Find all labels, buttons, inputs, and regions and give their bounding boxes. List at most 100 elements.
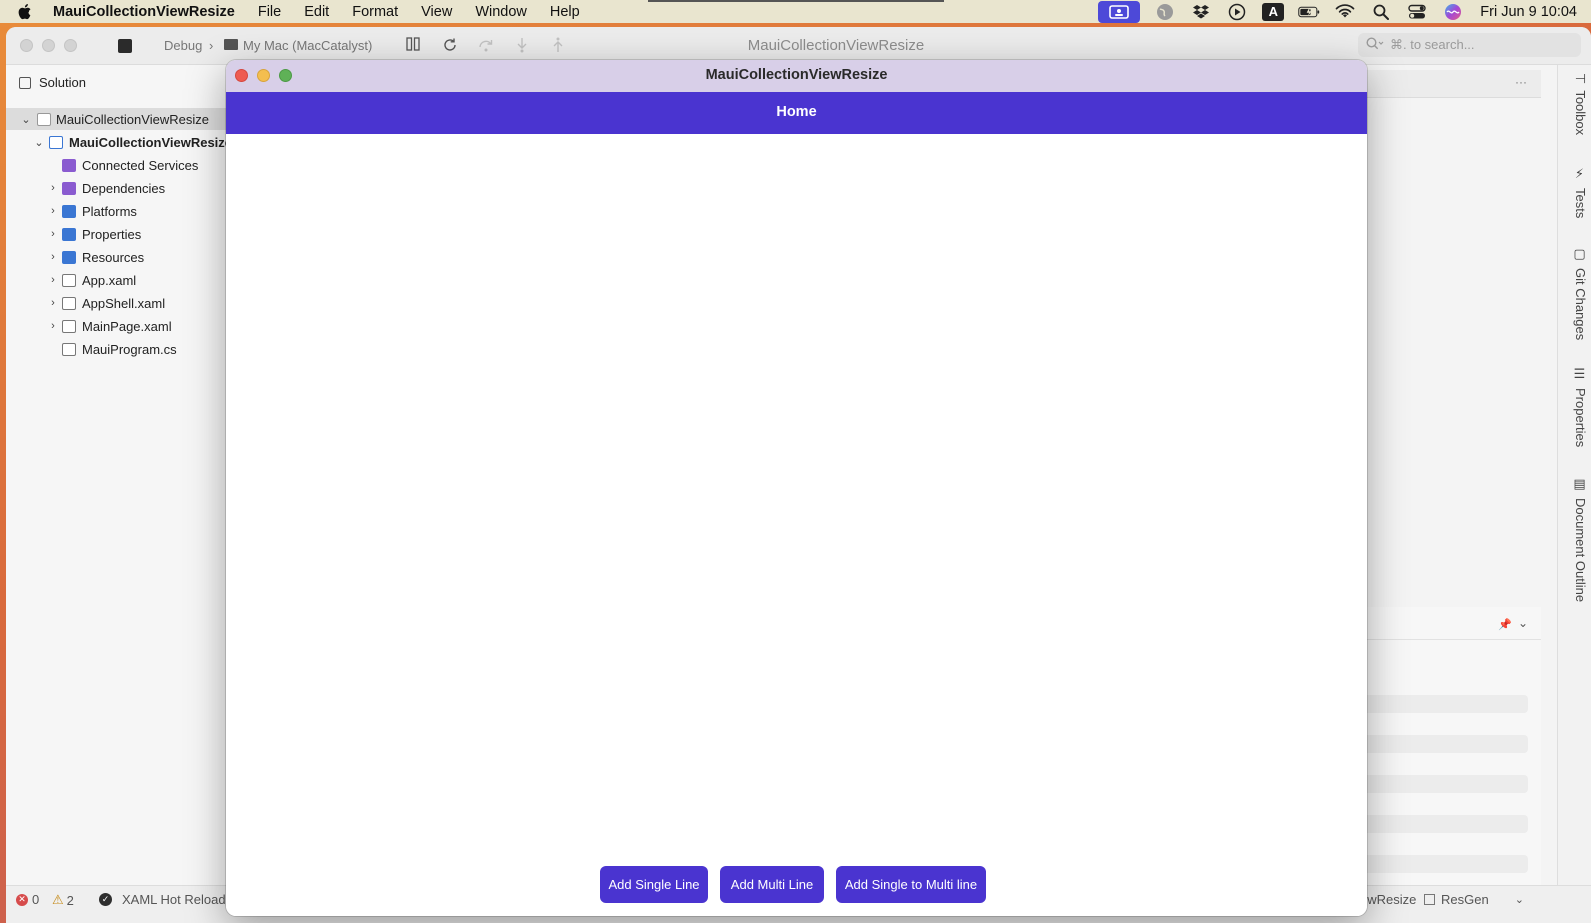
property-row[interactable] [1356, 855, 1528, 873]
tree-item-properties[interactable]: › Properties [6, 223, 236, 245]
divider [1346, 639, 1541, 640]
chevron-down-icon[interactable]: ⌄ [20, 113, 32, 126]
tree-item-label: MauiProgram.cs [82, 341, 177, 357]
app-window: MauiCollectionViewResize Home Add Single… [226, 60, 1367, 916]
menubar-app-name[interactable]: MauiCollectionViewResize [53, 4, 235, 20]
properties-panel: 📌 ⌄ [1346, 607, 1541, 887]
tree-item-mauiprogram-cs[interactable]: MauiProgram.cs [6, 338, 236, 360]
menu-file[interactable]: File [258, 4, 281, 20]
dock-tab-toolbox[interactable]: ⊤ Toolbox [1562, 73, 1588, 135]
chevron-right-icon[interactable]: › [47, 228, 59, 240]
tree-item-resources[interactable]: › Resources [6, 246, 236, 268]
toolbox-icon: ⊤ [1573, 73, 1588, 85]
dependencies-icon [62, 181, 76, 195]
tree-item-label: Properties [82, 226, 142, 242]
chevron-right-icon[interactable]: › [47, 251, 59, 263]
hot-reload-status[interactable]: ✓ XAML Hot Reload [99, 892, 226, 907]
tree-item-label: Dependencies [82, 180, 166, 196]
add-single-to-multi-line-button[interactable]: Add Single to Multi line [836, 866, 986, 903]
resgen-status[interactable]: ResGen ⌄ [1424, 892, 1524, 907]
tree-item-mainpage-xaml[interactable]: › MainPage.xaml [6, 315, 236, 337]
chevron-down-icon[interactable]: ⌄ [1518, 616, 1528, 630]
screen-share-icon[interactable] [1098, 0, 1141, 23]
search-icon [1366, 37, 1384, 53]
error-count-value: 0 [32, 892, 40, 907]
solution-pad-title: Solution [39, 75, 86, 90]
tree-item-label: Resources [82, 249, 145, 265]
connected-services-icon [62, 158, 76, 172]
ide-search-input[interactable]: ⌘. to search... [1358, 33, 1581, 57]
dock-tab-document-outline[interactable]: ▤ Document Outline [1562, 477, 1588, 602]
document-outline-icon: ▤ [1573, 477, 1588, 492]
dock-tab-properties[interactable]: ☰ Properties [1562, 367, 1588, 447]
menu-help[interactable]: Help [550, 4, 580, 20]
tree-item-app-xaml[interactable]: › App.xaml [6, 269, 236, 291]
dock-tab-tests[interactable]: ⚡ Tests [1562, 167, 1588, 218]
right-dock: ⊤ Toolbox ⚡ Tests ▢ Git Changes ☰ Properties… [1557, 65, 1591, 895]
xaml-file-icon [62, 273, 76, 287]
window-indicator [648, 0, 944, 2]
error-count[interactable]: ✕ 0 [16, 892, 39, 907]
chevron-right-icon[interactable]: › [47, 182, 59, 194]
chevron-down-icon[interactable]: ⌄ [33, 136, 45, 149]
ide-window-title: MauiCollectionViewResize [747, 37, 925, 54]
add-multi-line-button[interactable]: Add Multi Line [720, 866, 824, 903]
app-titlebar[interactable]: MauiCollectionViewResize [226, 60, 1367, 92]
play-circle-icon[interactable] [1226, 3, 1248, 21]
menu-format[interactable]: Format [352, 4, 398, 20]
folder-icon [62, 204, 76, 218]
hot-reload-label: XAML Hot Reload [122, 892, 226, 907]
tree-item-label: Connected Services [82, 157, 199, 173]
keyboard-input-a-icon[interactable]: A [1262, 2, 1285, 21]
tree-item-appshell-xaml[interactable]: › AppShell.xaml [6, 292, 236, 314]
dock-tab-label: Git Changes [1573, 268, 1588, 341]
tree-item-label: MauiCollectionViewResize [56, 111, 209, 127]
menu-view[interactable]: View [421, 4, 452, 20]
chevron-right-icon[interactable]: › [47, 205, 59, 217]
button-row: Add Single Line Add Multi Line Add Singl… [226, 866, 1367, 904]
chevron-right-icon[interactable]: › [47, 274, 59, 286]
folder-icon [62, 227, 76, 241]
more-options-icon[interactable]: ··· [1515, 75, 1527, 89]
collection-view[interactable] [226, 134, 1367, 916]
menu-window[interactable]: Window [475, 4, 527, 20]
add-single-line-button[interactable]: Add Single Line [600, 866, 708, 903]
status-project-text: ewResize [1360, 892, 1417, 907]
property-row[interactable] [1356, 735, 1528, 753]
resgen-label: ResGen [1441, 892, 1489, 907]
tree-item-label: App.xaml [82, 272, 137, 288]
menubar-clock[interactable]: Fri Jun 9 10:04 [1480, 4, 1577, 20]
chevron-right-icon[interactable]: › [47, 320, 59, 332]
pin-icon[interactable]: 📌 [1498, 618, 1512, 631]
solution-pad-header[interactable]: Solution [19, 75, 86, 90]
property-row[interactable] [1356, 775, 1528, 793]
globe-icon[interactable] [1154, 3, 1176, 21]
dock-tab-git-changes[interactable]: ▢ Git Changes [1562, 247, 1588, 340]
wifi-icon[interactable] [1334, 3, 1356, 21]
folder-icon [62, 250, 76, 264]
menu-edit[interactable]: Edit [304, 4, 329, 20]
siri-icon[interactable] [1442, 3, 1464, 21]
property-row[interactable] [1356, 695, 1528, 713]
warning-count[interactable]: ⚠ 2 [52, 892, 74, 908]
search-placeholder: ⌘. to search... [1390, 37, 1475, 52]
tree-item-solution[interactable]: ⌄ MauiCollectionViewResize [6, 108, 236, 130]
page-title: Home [776, 104, 817, 120]
dropbox-icon[interactable] [1190, 3, 1212, 21]
tree-item-project[interactable]: ⌄ MauiCollectionViewResize [6, 131, 236, 153]
tree-item-connected-services[interactable]: Connected Services [6, 154, 236, 176]
control-center-icon[interactable] [1406, 3, 1428, 21]
dock-tab-label: Document Outline [1573, 498, 1588, 603]
macos-menu-bar: MauiCollectionViewResize File Edit Forma… [0, 0, 1591, 23]
apple-logo-icon[interactable] [16, 3, 32, 20]
chevron-down-icon[interactable]: ⌄ [1515, 893, 1524, 906]
git-changes-icon: ▢ [1573, 247, 1588, 262]
warning-icon: ⚠ [52, 892, 64, 907]
spotlight-search-icon[interactable] [1370, 3, 1392, 21]
tree-item-platforms[interactable]: › Platforms [6, 200, 236, 222]
chevron-right-icon[interactable]: › [47, 297, 59, 309]
battery-charging-icon[interactable] [1298, 3, 1320, 21]
status-project-label[interactable]: ewResize [1360, 892, 1416, 907]
tree-item-dependencies[interactable]: › Dependencies [6, 177, 236, 199]
property-row[interactable] [1356, 815, 1528, 833]
